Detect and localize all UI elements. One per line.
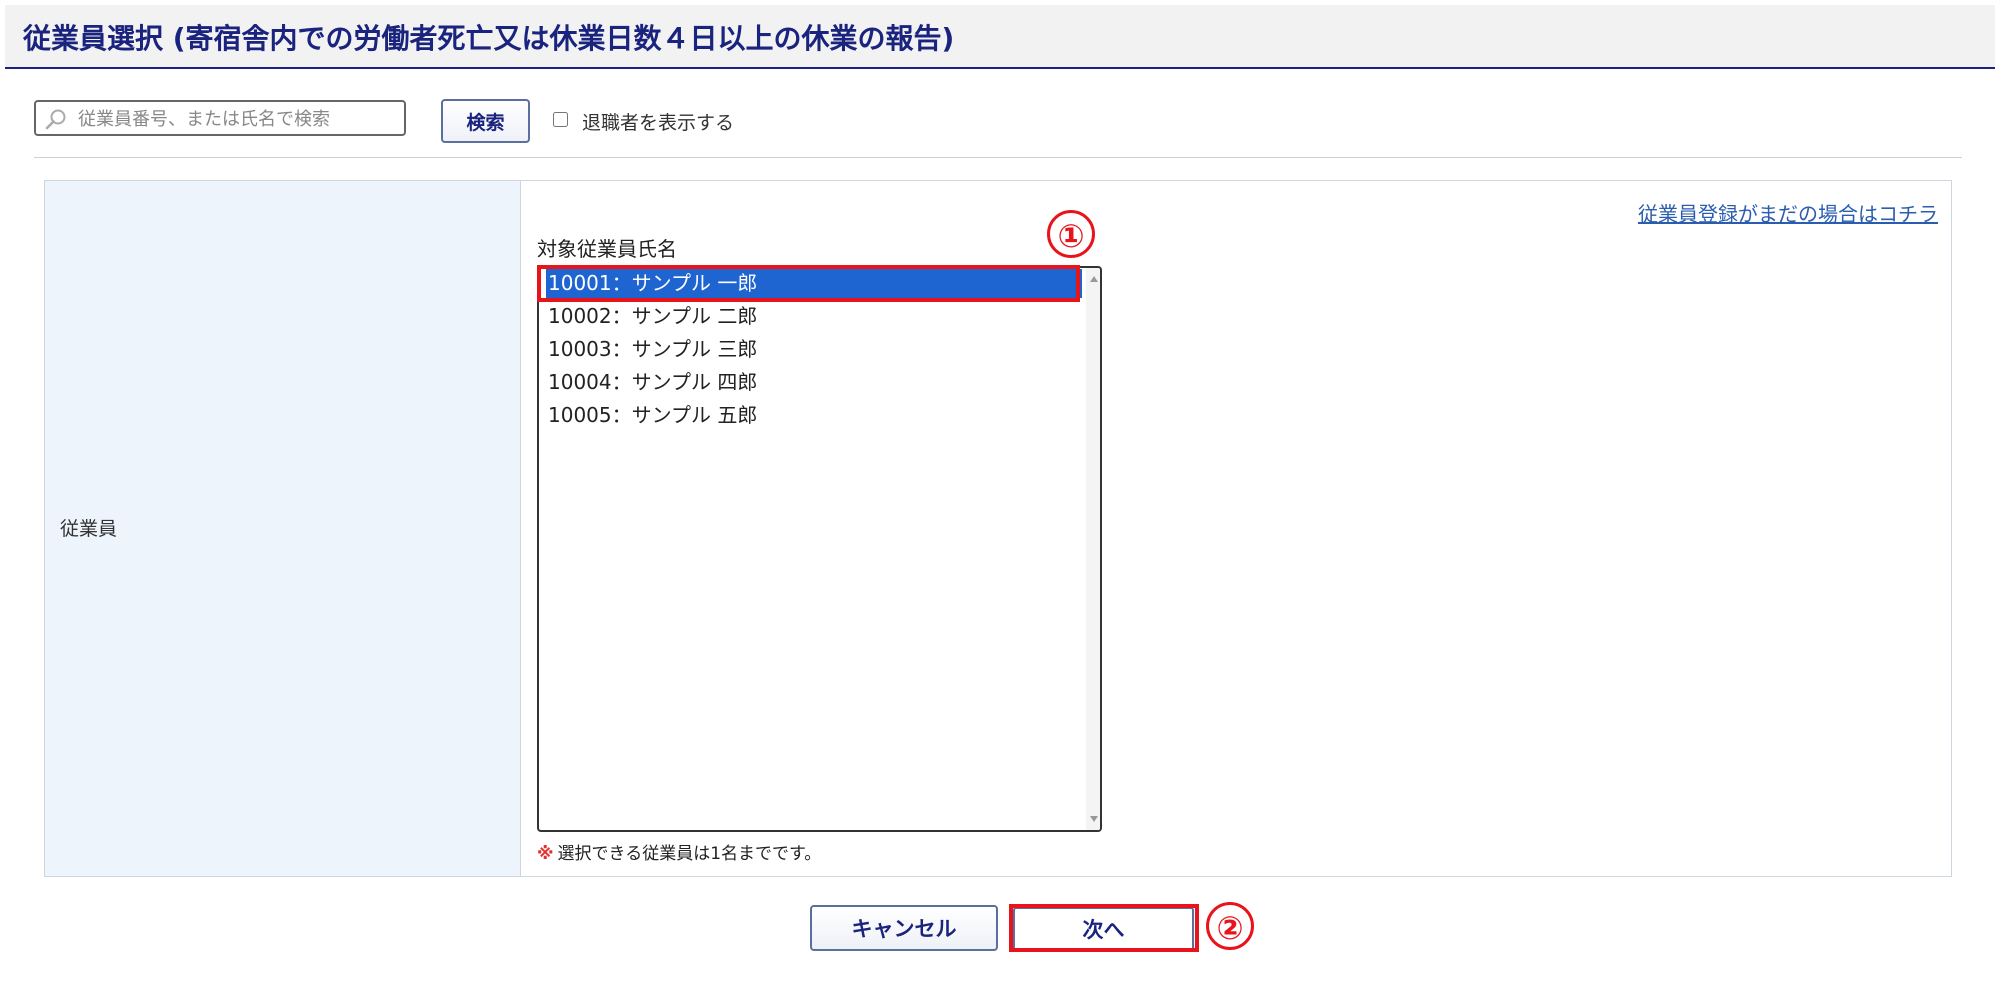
selection-note: ※ 選択できる従業員は1名までです。 (537, 839, 821, 864)
show-retired-label: 退職者を表示する (582, 112, 735, 134)
title-bar: 従業員選択 (寄宿舎内での労働者死亡又は休業日数４日以上の休業の報告) (5, 5, 1995, 69)
employee-option-10004[interactable]: 10004：サンプル 四郎 (546, 368, 1082, 397)
scroll-up-arrow-icon[interactable] (1090, 276, 1098, 282)
register-employee-link[interactable]: 従業員登録がまだの場合はコチラ (1638, 198, 1938, 227)
divider (34, 157, 1962, 158)
annotation-box-1 (537, 265, 1080, 302)
scroll-down-arrow-icon[interactable] (1090, 816, 1098, 822)
employee-option-10003[interactable]: 10003：サンプル 三郎 (546, 335, 1082, 364)
employee-option-10005[interactable]: 10005：サンプル 五郎 (546, 401, 1082, 430)
annotation-number-1: ① (1047, 210, 1095, 258)
employee-option-10002[interactable]: 10002：サンプル 二郎 (546, 302, 1082, 331)
annotation-box-2 (1009, 904, 1199, 952)
page-title: 従業員選択 (寄宿舎内での労働者死亡又は休業日数４日以上の休業の報告) (23, 22, 955, 55)
show-retired-checkbox[interactable] (553, 112, 568, 127)
search-button[interactable]: 検索 (441, 99, 530, 143)
search-field[interactable] (34, 100, 406, 136)
employee-list-caption: 対象従業員氏名 (537, 237, 677, 261)
annotation-number-2: ② (1206, 902, 1254, 950)
search-icon (45, 109, 66, 130)
cancel-button[interactable]: キャンセル (810, 905, 998, 951)
search-input[interactable] (76, 106, 400, 132)
note-asterisk-icon: ※ (537, 844, 554, 864)
employee-label: 従業員 (60, 518, 118, 540)
employee-listbox[interactable]: 10001：サンプル 一郎 10002：サンプル 二郎 10003：サンプル 三… (537, 266, 1102, 832)
listbox-scrollbar[interactable] (1086, 268, 1100, 830)
employee-label-cell: 従業員 (45, 181, 521, 876)
selection-note-text: 選択できる従業員は1名までです。 (557, 844, 822, 864)
